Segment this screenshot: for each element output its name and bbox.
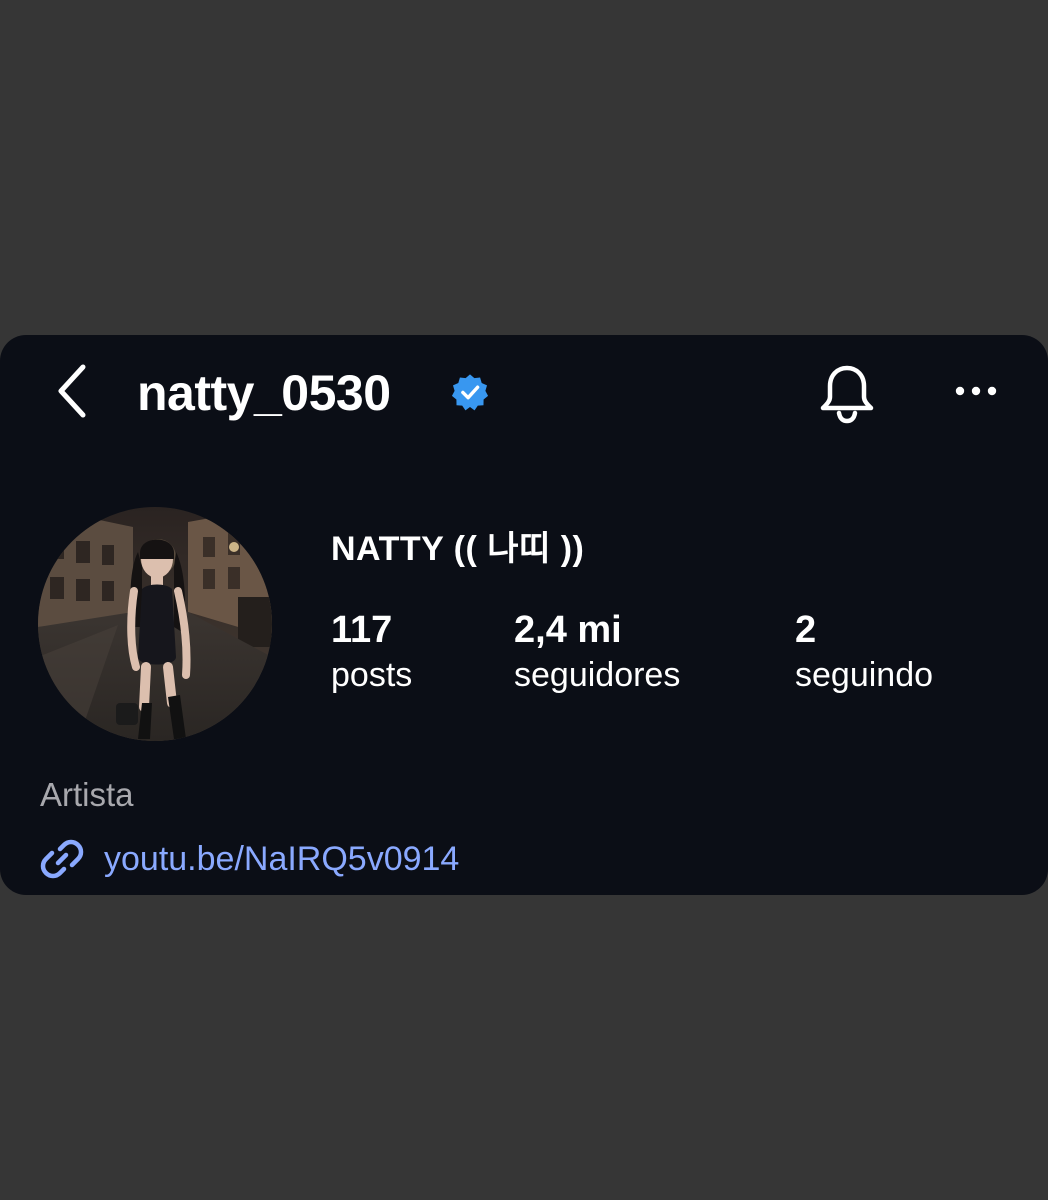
followers-count[interactable]: 2,4 mi seguidores — [514, 607, 680, 697]
posts-count[interactable]: 117 posts — [331, 607, 412, 697]
posts-value: 117 — [331, 609, 393, 651]
notifications-bell-button[interactable] — [812, 359, 882, 429]
followers-value: 2,4 mi — [514, 609, 622, 651]
profile-category: Artista — [40, 776, 134, 813]
link-icon — [40, 839, 84, 879]
chevron-left-icon — [58, 364, 86, 418]
followers-label: seguidores — [514, 656, 681, 694]
display-name: NATTY (( 나띠 )) — [331, 530, 585, 568]
posts-label: posts — [331, 656, 413, 694]
profile-link[interactable]: youtu.be/NaIRQ5v0914 — [38, 835, 459, 883]
more-options-button[interactable] — [948, 369, 1004, 413]
following-value: 2 — [795, 609, 817, 651]
bell-icon — [820, 365, 874, 424]
verified-badge-icon — [451, 374, 489, 411]
username-title: natty_0530 — [137, 365, 391, 421]
profile-avatar[interactable] — [38, 507, 272, 741]
profile-header: natty_0530 — [0, 335, 1048, 447]
profile-link-text: youtu.be/NaIRQ5v0914 — [104, 840, 460, 878]
back-button[interactable] — [44, 359, 100, 423]
more-horizontal-icon — [955, 386, 997, 396]
profile-card: natty_0530 NATTY ((나띠)) 117 posts 2,4 … — [0, 335, 1048, 895]
avatar-photo — [38, 507, 272, 741]
following-count[interactable]: 2 seguindo — [795, 607, 933, 697]
following-label: seguindo — [795, 656, 934, 694]
